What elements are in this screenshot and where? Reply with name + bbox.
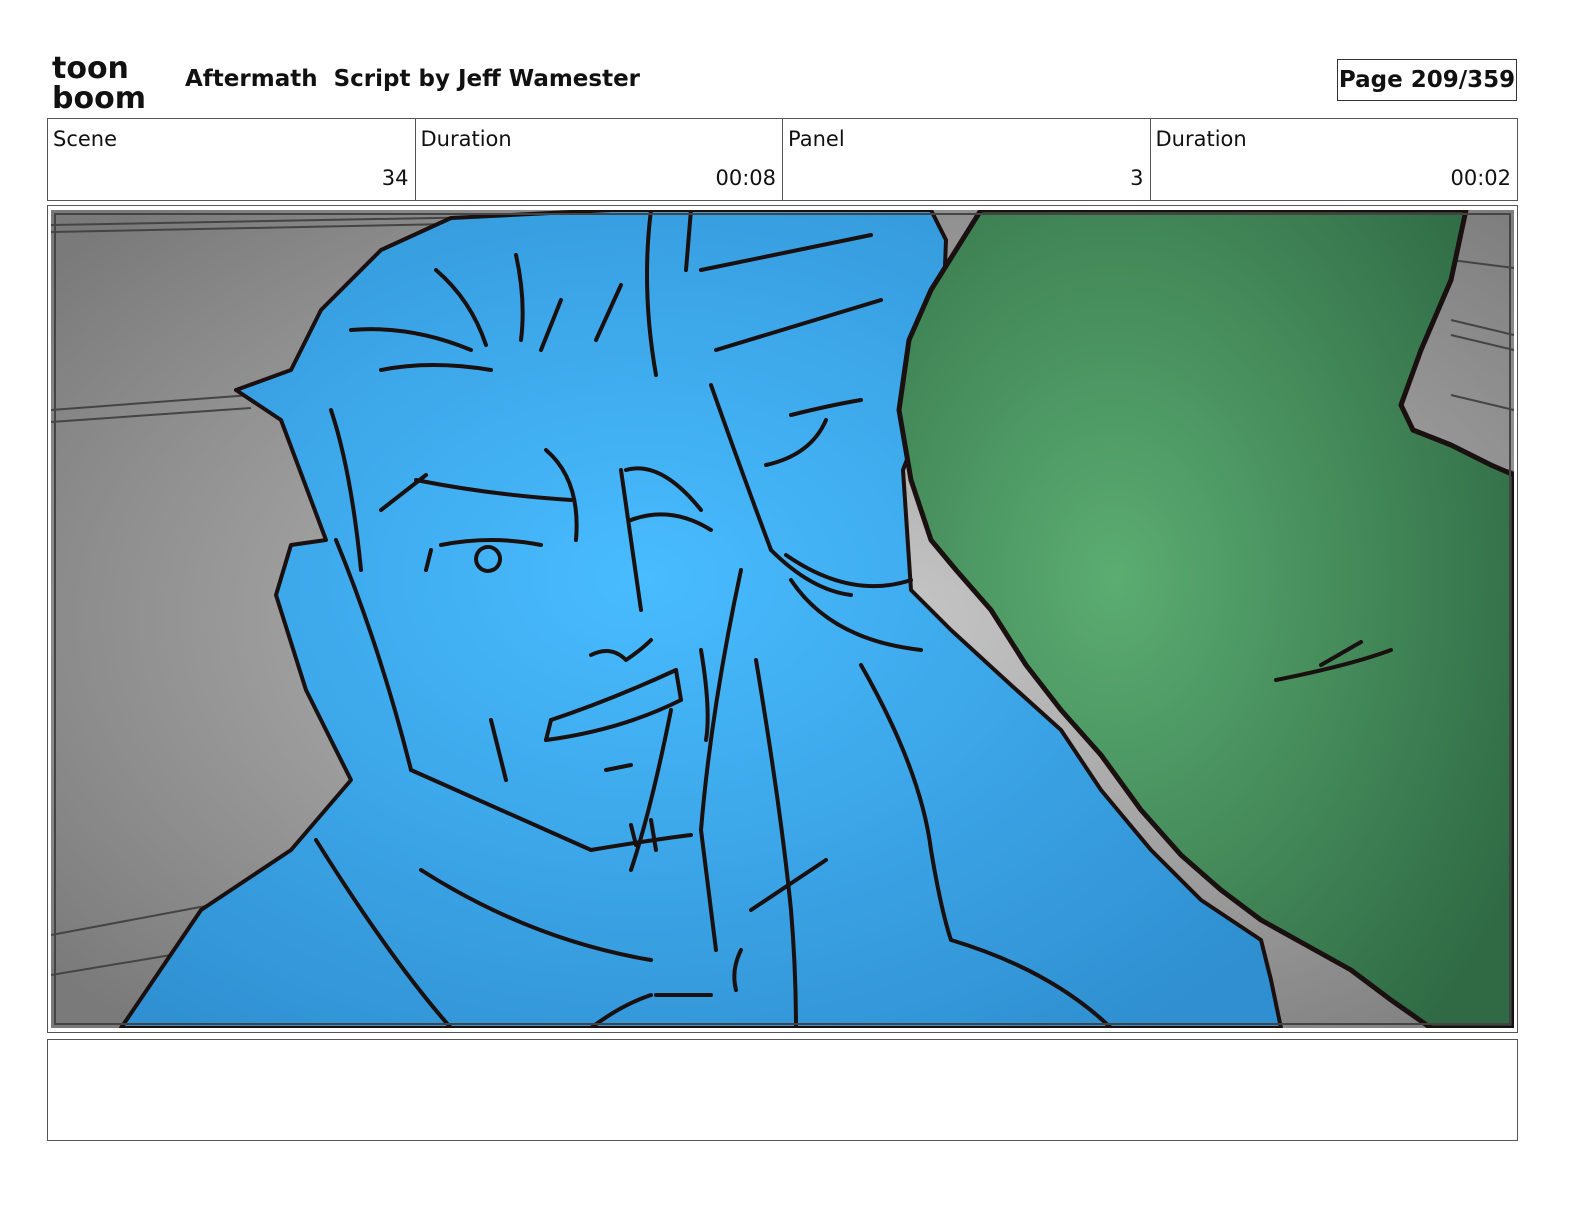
scene-duration-value: 00:08 xyxy=(715,166,776,190)
scene-value: 34 xyxy=(381,166,409,190)
scene-duration-cell: Duration 00:08 xyxy=(416,119,783,200)
panel-label: Panel xyxy=(788,127,845,151)
panel-cell: Panel 3 xyxy=(783,119,1151,200)
panel-duration-value: 00:02 xyxy=(1450,166,1511,190)
page-number: Page 209/359 xyxy=(1337,59,1517,101)
scene-duration-label: Duration xyxy=(420,127,512,151)
panel-duration-label: Duration xyxy=(1155,127,1247,151)
panel-duration-cell: Duration 00:02 xyxy=(1151,119,1518,200)
storyboard-panel xyxy=(47,205,1518,1033)
document-title: Aftermath Script by Jeff Wamester xyxy=(185,66,641,92)
panel-drawing xyxy=(51,210,1514,1028)
scene-cell: Scene 34 xyxy=(48,119,416,200)
toon-boom-logo: toon boom xyxy=(52,51,146,112)
logo-text-bottom: boom xyxy=(52,81,146,112)
panel-notes xyxy=(47,1039,1518,1141)
scene-info-table: Scene 34 Duration 00:08 Panel 3 Duration… xyxy=(47,118,1518,201)
scene-label: Scene xyxy=(53,127,118,151)
panel-value: 3 xyxy=(1130,166,1144,190)
